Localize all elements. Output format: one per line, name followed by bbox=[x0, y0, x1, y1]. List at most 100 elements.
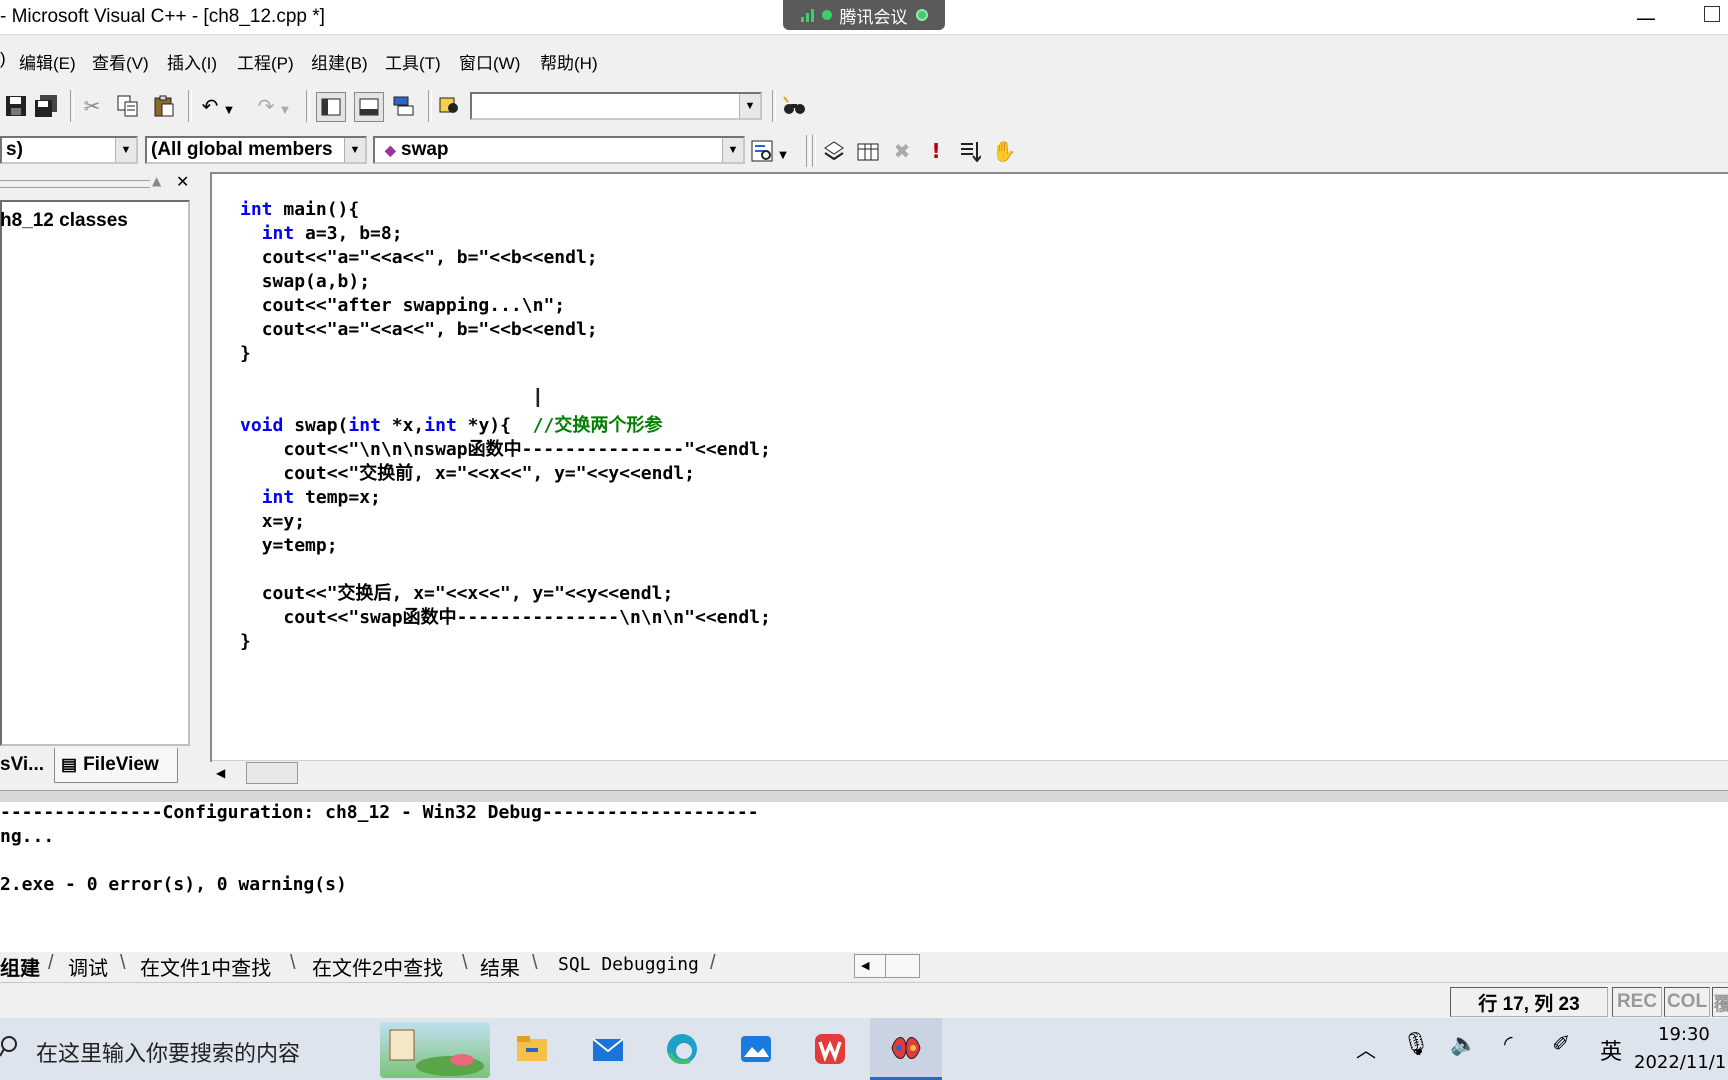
editor-horizontal-scrollbar[interactable]: ◀ bbox=[212, 760, 1728, 785]
code-line[interactable]: int main(){ bbox=[240, 198, 359, 222]
code-line[interactable]: cout<<"交换后, x="<<x<<", y="<<y<<endl; bbox=[240, 582, 674, 606]
search-input[interactable]: 在这里输入你要搜索的内容 bbox=[36, 1036, 300, 1068]
clock-date[interactable]: 2022/11/1 bbox=[1634, 1052, 1726, 1073]
code-line[interactable]: int a=3, b=8; bbox=[240, 222, 403, 246]
search-icon[interactable] bbox=[0, 1034, 20, 1057]
execute-icon[interactable]: ! bbox=[922, 137, 950, 165]
paste-icon[interactable] bbox=[150, 92, 178, 120]
menu-insert[interactable]: 插入(I) bbox=[167, 49, 217, 74]
tab-fileview[interactable]: ▤ FileView bbox=[54, 748, 178, 783]
code-line[interactable]: y=temp; bbox=[240, 534, 338, 558]
menu-file[interactable]: ) bbox=[0, 49, 6, 69]
code-line[interactable]: void swap(int *x,int *y){ //交换两个形参 bbox=[240, 414, 662, 438]
menu-project[interactable]: 工程(P) bbox=[237, 49, 294, 74]
wizard-action-icon[interactable] bbox=[748, 137, 776, 165]
copy-icon[interactable] bbox=[114, 92, 142, 120]
speaker-icon[interactable]: 🔈 bbox=[1450, 1032, 1477, 1057]
class-combo[interactable]: s) ▼ bbox=[0, 136, 138, 164]
taskbar-file-explorer[interactable] bbox=[496, 1018, 568, 1080]
go-icon[interactable] bbox=[956, 137, 984, 165]
code-line[interactable]: } bbox=[240, 630, 251, 654]
find-in-files-icon[interactable] bbox=[436, 92, 464, 120]
code-line[interactable]: cout<<"swap函数中---------------\n\n\n"<<en… bbox=[240, 606, 770, 630]
tab-debug[interactable]: 调试 bbox=[68, 952, 108, 980]
pane-close-icon[interactable]: ✕ bbox=[176, 172, 189, 191]
taskbar-edge[interactable] bbox=[646, 1018, 718, 1080]
scroll-left-icon[interactable]: ◀ bbox=[216, 766, 225, 780]
tree-item-classes[interactable]: h8_12 classes bbox=[0, 210, 128, 232]
chevron-up-icon[interactable]: ︿ bbox=[1356, 1034, 1376, 1063]
menu-build[interactable]: 组建(B) bbox=[311, 49, 368, 74]
compile-icon[interactable] bbox=[820, 137, 848, 165]
restore-button[interactable] bbox=[1704, 6, 1720, 22]
chevron-down-icon[interactable]: ▼ bbox=[722, 138, 743, 162]
clock-time[interactable]: 19:30 bbox=[1658, 1024, 1710, 1045]
wizard-dropdown-icon[interactable]: ▼ bbox=[776, 141, 790, 169]
save-all-icon[interactable] bbox=[32, 92, 60, 120]
code-line[interactable]: cout<<"a="<<a<<", b="<<b<<endl; bbox=[240, 246, 598, 270]
meeting-indicator[interactable]: 腾讯会议 bbox=[783, 0, 945, 30]
undo-icon[interactable]: ↶ bbox=[196, 92, 224, 120]
chevron-down-icon[interactable]: ▼ bbox=[115, 138, 136, 162]
chevron-down-icon[interactable]: ▼ bbox=[739, 94, 760, 118]
workspace-icon[interactable] bbox=[316, 92, 346, 122]
class-tree[interactable] bbox=[0, 200, 190, 746]
redo-dropdown-icon[interactable]: ▼ bbox=[278, 96, 292, 124]
pen-icon[interactable]: ✐ bbox=[1552, 1032, 1570, 1057]
find-icon[interactable] bbox=[780, 92, 808, 120]
tab-find2[interactable]: 在文件2中查找 bbox=[312, 952, 443, 980]
filter-combo[interactable]: (All global members ▼ bbox=[145, 136, 367, 164]
chevron-down-icon[interactable]: ▼ bbox=[344, 138, 365, 162]
find-combo[interactable]: ▼ bbox=[470, 92, 762, 120]
pane-maximize-icon[interactable]: ▲ bbox=[152, 174, 161, 188]
code-line[interactable]: x=y; bbox=[240, 510, 305, 534]
taskbar-visual-cpp[interactable] bbox=[870, 1018, 942, 1080]
taskbar-photos[interactable] bbox=[720, 1018, 792, 1080]
redo-icon[interactable]: ↷ bbox=[252, 92, 280, 120]
ime-indicator[interactable]: 英 bbox=[1600, 1034, 1622, 1066]
scroll-left-icon[interactable]: ◀ bbox=[861, 959, 869, 972]
search-highlight-image bbox=[380, 1022, 490, 1078]
menu-view[interactable]: 查看(V) bbox=[92, 49, 149, 74]
code-line[interactable]: } bbox=[240, 342, 251, 366]
build-icon[interactable] bbox=[854, 137, 882, 165]
output-window[interactable]: ---------------Configuration: ch8_12 - W… bbox=[0, 802, 1728, 952]
network-icon[interactable]: ◜ bbox=[1504, 1032, 1513, 1057]
undo-dropdown-icon[interactable]: ▼ bbox=[222, 96, 236, 124]
tab-build[interactable]: 组建 bbox=[0, 952, 40, 980]
save-icon[interactable] bbox=[2, 92, 30, 120]
scroll-thumb[interactable] bbox=[246, 762, 298, 784]
tab-results[interactable]: 结果 bbox=[480, 952, 520, 980]
breakpoint-hand-icon[interactable]: ✋ bbox=[990, 137, 1018, 165]
menu-tools[interactable]: 工具(T) bbox=[385, 49, 441, 74]
visual-cpp-icon bbox=[891, 1036, 921, 1059]
tab-find1[interactable]: 在文件1中查找 bbox=[140, 952, 271, 980]
menu-window[interactable]: 窗口(W) bbox=[459, 49, 520, 74]
tab-sql-debugging[interactable]: SQL Debugging bbox=[558, 954, 699, 980]
code-line[interactable]: cout<<"after swapping...\n"; bbox=[240, 294, 565, 318]
scroll-thumb[interactable] bbox=[885, 955, 886, 977]
output-window-icon[interactable] bbox=[354, 92, 384, 122]
microphone-icon[interactable]: 🎙 bbox=[1402, 1032, 1430, 1057]
minimize-button[interactable]: — bbox=[1636, 6, 1656, 30]
taskbar-wps[interactable] bbox=[794, 1018, 866, 1080]
stop-build-icon[interactable]: ✖ bbox=[888, 137, 916, 165]
menu-help[interactable]: 帮助(H) bbox=[540, 49, 598, 74]
tab-classview[interactable]: sVi... bbox=[0, 748, 50, 782]
pane-gripper[interactable] bbox=[0, 180, 150, 188]
output-horizontal-scrollbar[interactable]: ◀ bbox=[854, 954, 920, 978]
window-list-icon[interactable] bbox=[390, 92, 418, 120]
code-line[interactable]: swap(a,b); bbox=[240, 270, 370, 294]
code-line[interactable]: cout<<"交换前, x="<<x<<", y="<<y<<endl; bbox=[240, 462, 695, 486]
code-line[interactable]: cout<<"\n\n\nswap函数中---------------"<<en… bbox=[240, 438, 770, 462]
editor-gutter[interactable] bbox=[212, 174, 240, 760]
taskbar-mail[interactable] bbox=[572, 1018, 644, 1080]
member-diamond-icon: ◆ bbox=[385, 142, 396, 158]
code-line[interactable]: int temp=x; bbox=[240, 486, 381, 510]
code-line[interactable]: cout<<"a="<<a<<", b="<<b<<endl; bbox=[240, 318, 598, 342]
member-combo[interactable]: ◆ swap ▼ bbox=[373, 136, 745, 164]
text-cursor-icon: I bbox=[534, 384, 542, 414]
menu-edit[interactable]: 编辑(E) bbox=[19, 49, 76, 74]
tab-classview-label: sVi... bbox=[0, 754, 45, 775]
cut-icon[interactable]: ✂ bbox=[78, 92, 106, 120]
